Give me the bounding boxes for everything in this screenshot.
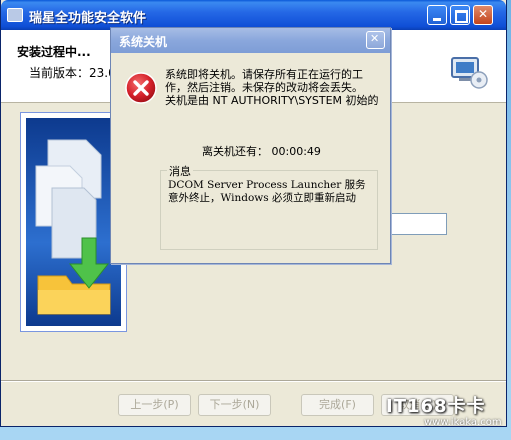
countdown-label: 离关机还有：: [202, 145, 268, 158]
message-line: 系统即将关机。请保存所有正在运行的工: [165, 68, 363, 81]
shutdown-dialog: 系统关机 系统即将关机。请保存所有正在运行的工 作，然后注销。未保存的改动将会丢…: [110, 27, 391, 264]
countdown-value: 00:00:49: [271, 145, 321, 158]
dialog-titlebar[interactable]: 系统关机: [111, 28, 390, 53]
finish-button[interactable]: 完成(F): [301, 394, 374, 416]
groupbox-line: 意外终止，Windows 必须立即重新启动: [168, 192, 356, 204]
version-label: 当前版本：23.0: [29, 66, 116, 80]
shutdown-message: 系统即将关机。请保存所有正在运行的工 作，然后注销。未保存的改动将会丢失。 关机…: [165, 68, 387, 107]
groupbox-label: 消息: [167, 163, 193, 179]
next-button[interactable]: 下一步(N): [198, 394, 271, 416]
message-line: 关机是由 NT AUTHORITY\SYSTEM 初始的: [165, 94, 379, 107]
maximize-button[interactable]: [450, 5, 470, 25]
prev-button[interactable]: 上一步(P): [118, 394, 191, 416]
folder-download-icon: [35, 139, 111, 315]
dialog-title: 系统关机: [119, 35, 168, 49]
app-window-icon: [7, 8, 23, 22]
site-watermark-url: www.ikaka.com: [424, 417, 502, 428]
close-button[interactable]: [473, 5, 493, 25]
dialog-close-button[interactable]: [366, 31, 385, 49]
message-line: 作，然后注销。未保存的改动将会丢失。: [165, 81, 363, 94]
install-step-label: 安装过程中...: [17, 45, 91, 59]
groupbox-line: DCOM Server Process Launcher 服务: [168, 179, 366, 191]
footer-divider: [1, 380, 506, 382]
groupbox-message: DCOM Server Process Launcher 服务 意外终止，Win…: [168, 179, 378, 205]
shutdown-countdown: 离关机还有： 00:00:49: [202, 143, 321, 159]
minimize-button[interactable]: [427, 5, 447, 25]
installer-titlebar[interactable]: 瑞星全功能安全软件: [1, 0, 506, 30]
site-watermark: IT168卡卡: [386, 396, 486, 417]
error-x-icon: [125, 72, 157, 104]
monitor-disc-icon: [451, 57, 488, 89]
installer-title: 瑞星全功能安全软件: [29, 11, 147, 26]
